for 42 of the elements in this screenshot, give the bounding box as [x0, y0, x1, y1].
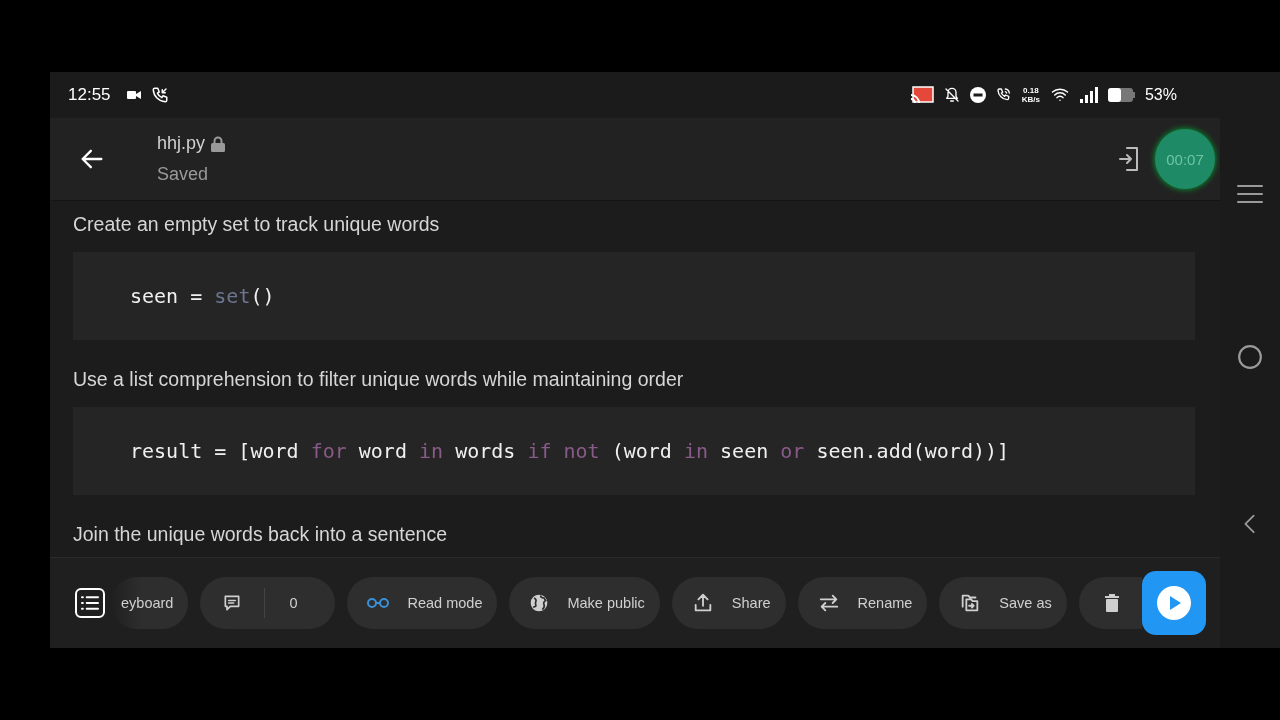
- glasses-icon: [367, 597, 390, 609]
- share-chip[interactable]: Share: [671, 577, 786, 629]
- paragraph: Join the unique words back into a sentence: [73, 522, 448, 547]
- globe-icon: [529, 593, 550, 613]
- list-icon: [81, 595, 99, 611]
- data-speed: 0.18: [1023, 86, 1039, 95]
- rename-chip[interactable]: Rename: [797, 577, 928, 629]
- comments-chip[interactable]: 0: [200, 577, 336, 629]
- delete-chip[interactable]: [1078, 577, 1142, 629]
- paragraph: Use a list comprehension to filter unique words while maintaining order: [73, 367, 685, 392]
- save-status: Saved: [157, 164, 210, 185]
- read-chip[interactable]: Read mode: [347, 577, 498, 629]
- data-speed-unit: KB/s: [1021, 95, 1040, 104]
- lock-icon: [211, 135, 226, 152]
- swap-arrows-icon: [817, 592, 840, 614]
- do-not-disturb-icon: [969, 87, 986, 103]
- menu-icon: [1237, 184, 1263, 204]
- home-circle-icon: [1237, 344, 1263, 370]
- paragraph: Create an empty set to track unique words: [73, 212, 441, 237]
- signal-icon: [1079, 87, 1098, 103]
- wifi-icon: [1049, 86, 1070, 104]
- code-block: seen = set(): [73, 252, 1195, 340]
- file-name: hhj.py: [157, 133, 206, 154]
- battery-icon: [1107, 88, 1135, 102]
- comment-icon: [222, 593, 243, 613]
- code-block: result = [word for word in words if not (word in seen or seen.add(word))]: [73, 407, 1195, 495]
- comment-count: 0: [288, 595, 299, 611]
- phone-call-icon: [150, 86, 169, 104]
- cast-icon: [909, 86, 934, 104]
- run-button[interactable]: [1142, 571, 1206, 635]
- exit-icon: [1117, 145, 1141, 173]
- play-icon: [1157, 586, 1191, 620]
- clock-time: 12:55: [68, 85, 111, 105]
- trash-icon: [1104, 594, 1119, 612]
- battery-percent: 53%: [1144, 86, 1177, 104]
- public-chip[interactable]: Make public: [509, 577, 660, 629]
- bell-off-icon: [943, 86, 960, 104]
- exit-button[interactable]: [1117, 145, 1141, 173]
- video-camera-icon: [126, 90, 141, 100]
- outline-button[interactable]: [75, 588, 105, 618]
- wifi-call-icon: [995, 87, 1012, 103]
- save-chip[interactable]: Save as: [939, 577, 1067, 629]
